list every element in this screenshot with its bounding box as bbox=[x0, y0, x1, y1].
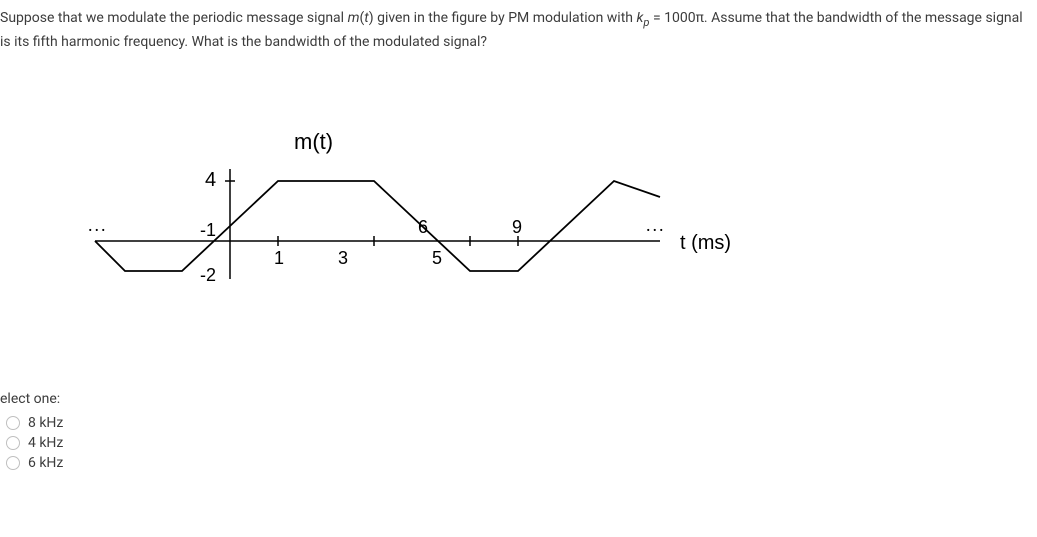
option-4khz[interactable]: 4 kHz bbox=[6, 433, 1037, 453]
y-axis-label: m(t) bbox=[294, 129, 333, 154]
option-label: 6 kHz bbox=[28, 455, 63, 471]
options-block: elect one: 8 kHz 4 kHz 6 kHz bbox=[0, 341, 1037, 473]
x-axis-unit: t (ms) bbox=[680, 232, 731, 254]
option-label: 4 kHz bbox=[28, 435, 63, 451]
radio-icon[interactable] bbox=[6, 436, 20, 450]
x-tick-5: 5 bbox=[432, 248, 442, 268]
y-tick-4: 4 bbox=[205, 169, 216, 191]
x-tick-6: 6 bbox=[418, 217, 428, 237]
option-8khz[interactable]: 8 kHz bbox=[6, 413, 1037, 433]
ellipsis-right: ... bbox=[646, 215, 666, 235]
radio-icon[interactable] bbox=[6, 456, 20, 470]
x-tick-1: 1 bbox=[274, 248, 284, 268]
x-tick-9: 9 bbox=[512, 217, 522, 237]
ellipsis-left: ... bbox=[88, 215, 108, 235]
y-tick-neg2: -2 bbox=[200, 265, 216, 285]
figure-container: m(t) 4 -1 -2 1 3 5 6 9 ... ... t (ms) bbox=[0, 61, 1037, 341]
signal-figure: m(t) 4 -1 -2 1 3 5 6 9 ... ... t (ms) bbox=[40, 91, 740, 321]
question-text: Suppose that we modulate the periodic me… bbox=[0, 8, 1037, 61]
x-tick-3: 3 bbox=[338, 248, 348, 268]
option-label: 8 kHz bbox=[28, 415, 63, 431]
radio-icon[interactable] bbox=[6, 416, 20, 430]
select-prompt: elect one: bbox=[0, 391, 1037, 407]
y-tick-neg1: -1 bbox=[200, 220, 216, 240]
option-6khz[interactable]: 6 kHz bbox=[6, 453, 1037, 473]
